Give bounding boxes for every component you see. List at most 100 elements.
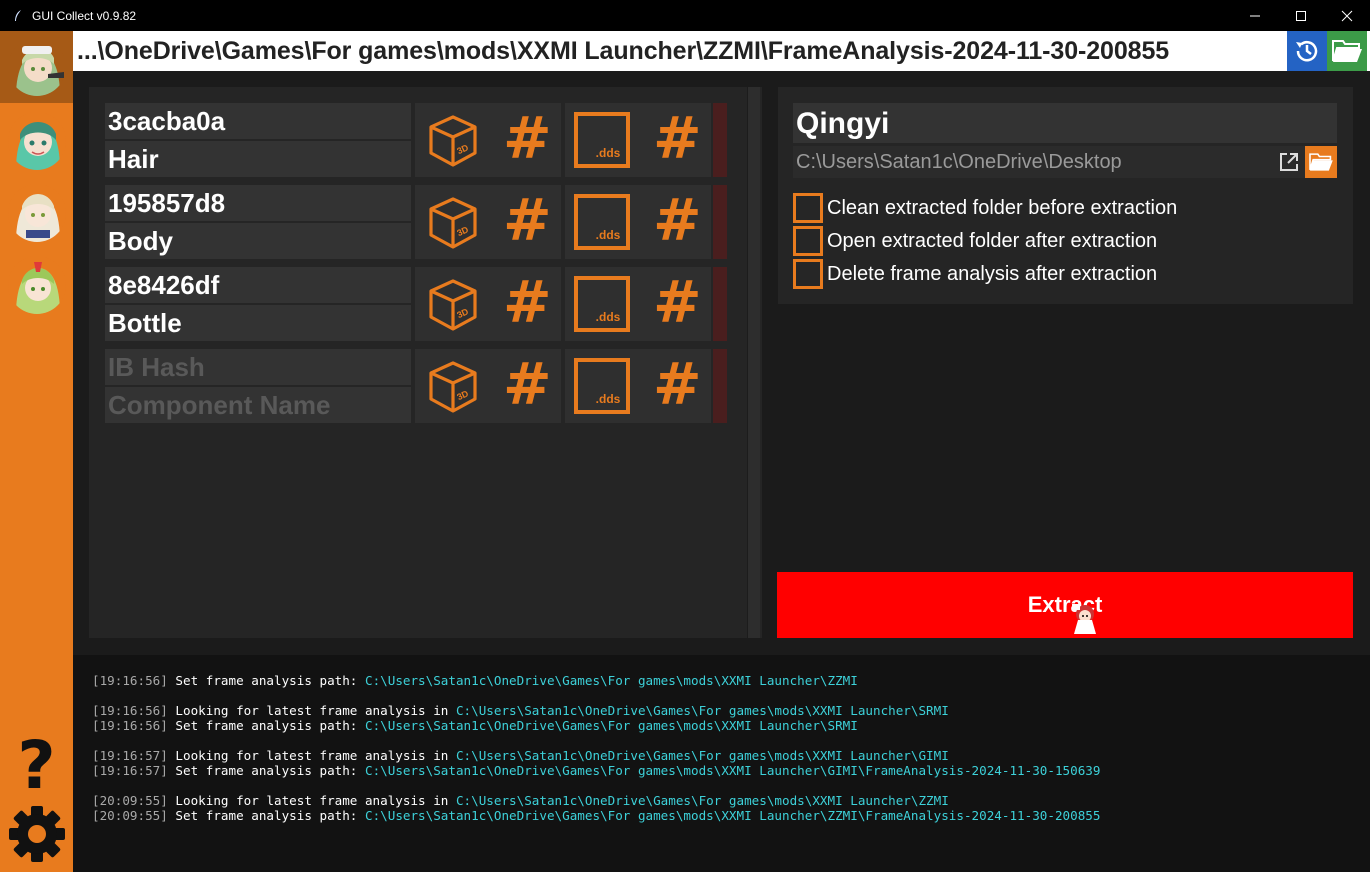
log-timestamp: [19:16:57] [92,748,168,763]
sidebar-item-srmi[interactable] [0,105,73,177]
sidebar-item-wwmi[interactable] [0,177,73,249]
row-remove-handle[interactable] [713,185,727,259]
component-row: IB Hash Component Name 3D # .dds # [105,349,727,423]
maximize-icon [1296,10,1306,21]
avatar-srmi [7,112,66,170]
sidebar-item-zzmi[interactable] [0,31,73,103]
mesh-tools: 3D # [415,185,561,259]
row-remove-handle[interactable] [713,267,727,341]
texture-hash-icon[interactable]: # [653,191,702,249]
external-link-icon [1280,153,1298,171]
component-name-input[interactable]: Hair [105,141,411,177]
frame-analysis-path-bar: ...\OneDrive\Games\For games\mods\XXMI L… [73,31,1370,71]
mesh-hash-icon[interactable]: # [503,109,552,167]
help-button[interactable]: ? [0,733,73,799]
component-name-input[interactable]: Bottle [105,305,411,341]
character-name-input[interactable]: Qingyi [793,103,1337,143]
log-timestamp: [19:16:56] [92,703,168,718]
mesh-cube-icon[interactable]: 3D [425,359,481,420]
mesh-hash-icon[interactable]: # [503,191,552,249]
log-message: Looking for latest frame analysis in [175,793,456,808]
settings-button[interactable] [0,804,73,864]
component-row: 8e8426df Bottle 3D # .dds # [105,267,727,341]
ib-hash-input[interactable]: 195857d8 [105,185,411,221]
log-path: C:\Users\Satan1c\OneDrive\Games\For game… [455,793,949,808]
log-line: [19:16:56] Set frame analysis path: C:\U… [92,673,858,688]
sidebar-item-gimi[interactable] [0,249,73,321]
log-timestamp: [19:16:57] [92,763,168,778]
checkbox[interactable] [793,226,823,256]
browse-output-folder-button[interactable] [1305,146,1337,178]
history-icon [1296,40,1318,62]
texture-dds-icon[interactable]: .dds [574,276,630,337]
texture-hash-icon[interactable]: # [653,355,702,413]
frame-analysis-path[interactable]: ...\OneDrive\Games\For games\mods\XXMI L… [73,37,1287,66]
log-line: [19:16:57] Set frame analysis path: C:\U… [92,763,1100,778]
texture-label: .dds [596,310,621,324]
close-button[interactable] [1324,0,1370,31]
texture-tools: .dds # [565,349,711,423]
mesh-cube-icon[interactable]: 3D [425,195,481,256]
log-line: [20:09:55] Looking for latest frame anal… [92,793,949,808]
log-path: C:\Users\Satan1c\OneDrive\Games\For game… [455,748,949,763]
row-remove-handle[interactable] [713,349,727,423]
folder-open-icon [1309,153,1333,171]
mesh-hash-icon[interactable]: # [503,273,552,331]
log-message: Set frame analysis path: [175,673,365,688]
open-output-folder-button[interactable] [1273,146,1305,178]
texture-label: .dds [596,146,621,160]
texture-dds-icon[interactable]: .dds [574,112,630,173]
log-message: Set frame analysis path: [175,808,365,823]
window-title: GUI Collect v0.9.82 [32,8,137,23]
row-remove-handle[interactable] [713,103,727,177]
texture-tools: .dds # [565,185,711,259]
option-delete-after[interactable]: Delete frame analysis after extraction [793,259,1157,289]
log-path: C:\Users\Satan1c\OneDrive\Games\For game… [364,673,858,688]
texture-dds-icon[interactable]: .dds [574,358,630,419]
option-label: Open extracted folder after extraction [827,229,1158,252]
log-path: C:\Users\Satan1c\OneDrive\Games\For game… [364,763,1101,778]
component-name-input[interactable]: Body [105,223,411,259]
log-timestamp: [20:09:55] [92,808,168,823]
mesh-cube-icon[interactable]: 3D [425,113,481,174]
close-icon [1341,10,1353,21]
cube-label: 3D [455,142,470,156]
option-clean-before[interactable]: Clean extracted folder before extraction [793,193,1177,223]
history-button[interactable] [1287,31,1327,71]
component-row: 3cacba0a Hair 3D # .dds # [105,103,727,177]
output-path-input[interactable]: C:\Users\Satan1c\OneDrive\Desktop [793,146,1273,178]
mesh-cube-icon[interactable]: 3D [425,277,481,338]
avatar-wwmi [7,184,66,242]
maximize-button[interactable] [1278,0,1324,31]
component-name-input[interactable]: Component Name [105,387,411,423]
ib-hash-input[interactable]: 8e8426df [105,267,411,303]
log-line: [19:16:57] Looking for latest frame anal… [92,748,949,763]
ib-hash-input[interactable]: IB Hash [105,349,411,385]
mesh-tools: 3D # [415,349,561,423]
minimize-button[interactable] [1232,0,1278,31]
texture-hash-icon[interactable]: # [653,273,702,331]
texture-label: .dds [596,228,621,242]
texture-hash-icon[interactable]: # [653,109,702,167]
browse-frame-analysis-button[interactable] [1327,31,1367,71]
texture-dds-icon[interactable]: .dds [574,194,630,255]
components-scrollbar[interactable] [747,87,760,638]
log-path: C:\Users\Satan1c\OneDrive\Games\For game… [455,703,949,718]
gear-icon [8,806,65,862]
option-label: Delete frame analysis after extraction [827,262,1158,285]
ib-hash-input[interactable]: 3cacba0a [105,103,411,139]
checkbox[interactable] [793,193,823,223]
option-open-after[interactable]: Open extracted folder after extraction [793,226,1157,256]
log-message: Set frame analysis path: [175,718,365,733]
log-line: [19:16:56] Set frame analysis path: C:\U… [92,718,858,733]
mesh-hash-icon[interactable]: # [503,355,552,413]
log-path: C:\Users\Satan1c\OneDrive\Games\For game… [364,808,1101,823]
checkbox[interactable] [793,259,823,289]
log-timestamp: [20:09:55] [92,793,168,808]
log-line: [20:09:55] Set frame analysis path: C:\U… [92,808,1100,823]
extract-button[interactable]: Extract [777,572,1353,638]
mesh-tools: 3D # [415,267,561,341]
log-timestamp: [19:16:56] [92,718,168,733]
log-line: [19:16:56] Looking for latest frame anal… [92,703,949,718]
cube-label: 3D [455,306,470,320]
